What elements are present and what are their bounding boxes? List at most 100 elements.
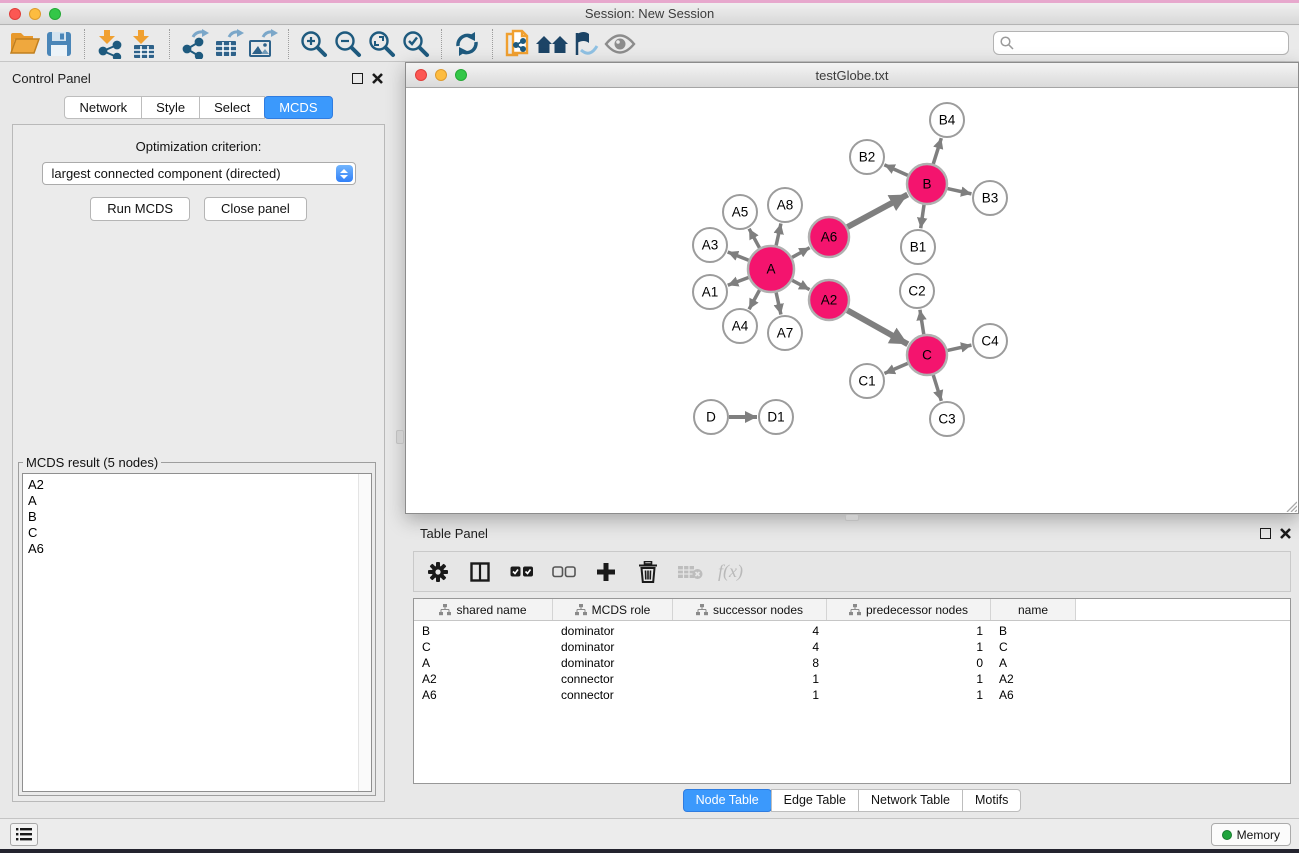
graph-node-A4[interactable]: A4 [723,309,757,343]
column-view-button[interactable] [466,558,494,586]
refresh-button[interactable] [450,28,484,60]
tab-edge-table[interactable]: Edge Table [771,789,859,812]
mcds-result-item[interactable]: A [28,493,355,509]
graph-edge-B-B4[interactable] [933,138,941,164]
graph-node-A6[interactable]: A6 [809,217,849,257]
graph-node-A3[interactable]: A3 [693,228,727,262]
close-panel-button[interactable]: Close panel [204,197,307,221]
graph-edge-A-A2[interactable] [792,280,809,289]
table-row[interactable]: Bdominator41B [414,623,1290,639]
tab-select[interactable]: Select [199,96,265,119]
tab-mcds[interactable]: MCDS [264,96,332,119]
graph-edge-C-C2[interactable] [920,310,924,334]
select-all-button[interactable] [508,558,536,586]
close-panel-icon[interactable] [1280,528,1291,539]
graph-edge-A-A1[interactable] [728,277,749,285]
graph-node-C4[interactable]: C4 [973,324,1007,358]
graph-edge-A-A7[interactable] [776,292,781,314]
graph-edge-A2-C[interactable] [847,310,908,344]
graph-node-B[interactable]: B [907,164,947,204]
network-canvas[interactable]: B4B2BB3A8A5A6A3B1AA1C2A2A4A7C4CC1C3DD1 [406,88,1298,513]
mcds-result-item[interactable]: A2 [28,477,355,493]
open-session-button[interactable] [8,28,42,60]
zoom-in-button[interactable] [297,28,331,60]
float-panel-icon[interactable] [1260,528,1271,539]
graph-edge-C-C3[interactable] [933,375,941,401]
table-row[interactable]: A6connector11A6 [414,687,1290,703]
import-table-button[interactable] [127,28,161,60]
network-file-button[interactable] [501,28,535,60]
column-header-name[interactable]: name [991,599,1076,620]
graph-edge-A-A8[interactable] [776,224,781,246]
column-header-MCDS-role[interactable]: MCDS role [553,599,673,620]
graph-edge-B-B1[interactable] [921,205,924,228]
home-button[interactable] [535,28,569,60]
graph-edge-C-C1[interactable] [884,363,907,373]
task-history-button[interactable] [10,823,38,846]
zoom-fit-button[interactable] [365,28,399,60]
graph-edge-A-A3[interactable] [728,252,749,260]
graph-node-B4[interactable]: B4 [930,103,964,137]
graph-node-A[interactable]: A [748,246,794,292]
tab-style[interactable]: Style [141,96,200,119]
graph-node-A8[interactable]: A8 [768,188,802,222]
export-image-button[interactable] [246,28,280,60]
graph-edge-C-C4[interactable] [947,345,971,350]
close-panel-icon[interactable] [372,73,383,84]
mcds-result-item[interactable]: B [28,509,355,525]
graph-node-B1[interactable]: B1 [901,230,935,264]
run-mcds-button[interactable]: Run MCDS [90,197,190,221]
tab-network[interactable]: Network [64,96,142,119]
tab-network-table[interactable]: Network Table [858,789,963,812]
memory-button[interactable]: Memory [1211,823,1291,846]
table-row[interactable]: A2connector11A2 [414,671,1290,687]
zoom-out-button[interactable] [331,28,365,60]
graph-node-A1[interactable]: A1 [693,275,727,309]
tab-node-table[interactable]: Node Table [683,789,772,812]
delete-column-button[interactable] [634,558,662,586]
import-network-button[interactable] [93,28,127,60]
tab-motifs[interactable]: Motifs [962,789,1021,812]
table-row[interactable]: Cdominator41C [414,639,1290,655]
mcds-result-item[interactable]: C [28,525,355,541]
column-header-successor-nodes[interactable]: successor nodes [673,599,827,620]
graph-edge-B-B3[interactable] [947,189,971,194]
zoom-selected-button[interactable] [399,28,433,60]
graph-edge-A-A5[interactable] [749,229,759,248]
table-row[interactable]: Adominator80A [414,655,1290,671]
graph-node-D1[interactable]: D1 [759,400,793,434]
hide-details-button[interactable] [569,28,603,60]
vertical-splitter-handle[interactable] [396,430,404,444]
result-list-scrollbar[interactable] [358,474,371,791]
search-input[interactable] [993,31,1289,55]
graph-node-B3[interactable]: B3 [973,181,1007,215]
mcds-result-item[interactable]: A6 [28,541,355,557]
show-details-button[interactable] [603,28,637,60]
export-network-button[interactable] [178,28,212,60]
graph-node-A5[interactable]: A5 [723,195,757,229]
column-header-shared-name[interactable]: shared name [414,599,553,620]
graph-edge-A-A4[interactable] [749,290,759,309]
graph-node-C1[interactable]: C1 [850,364,884,398]
deselect-all-button[interactable] [550,558,578,586]
network-graph[interactable]: B4B2BB3A8A5A6A3B1AA1C2A2A4A7C4CC1C3DD1 [406,88,1298,513]
delete-table-button[interactable] [676,558,704,586]
function-builder-button[interactable]: f(x) [718,558,743,586]
settings-button[interactable] [424,558,452,586]
save-session-button[interactable] [42,28,76,60]
optimization-criterion-select[interactable]: largest connected component (directed) [42,162,356,185]
export-table-button[interactable] [212,28,246,60]
float-panel-icon[interactable] [352,73,363,84]
graph-edge-B-B2[interactable] [884,165,908,176]
graph-edge-A-A6[interactable] [792,248,810,258]
column-header-predecessor-nodes[interactable]: predecessor nodes [827,599,991,620]
graph-node-A7[interactable]: A7 [768,316,802,350]
window-resize-grip[interactable] [1284,499,1297,512]
graph-edge-A6-B[interactable] [847,194,907,227]
graph-node-D[interactable]: D [694,400,728,434]
add-column-button[interactable] [592,558,620,586]
graph-node-C[interactable]: C [907,335,947,375]
mcds-result-list[interactable]: A2ABCA6 [22,473,372,792]
graph-node-C3[interactable]: C3 [930,402,964,436]
graph-node-A2[interactable]: A2 [809,280,849,320]
